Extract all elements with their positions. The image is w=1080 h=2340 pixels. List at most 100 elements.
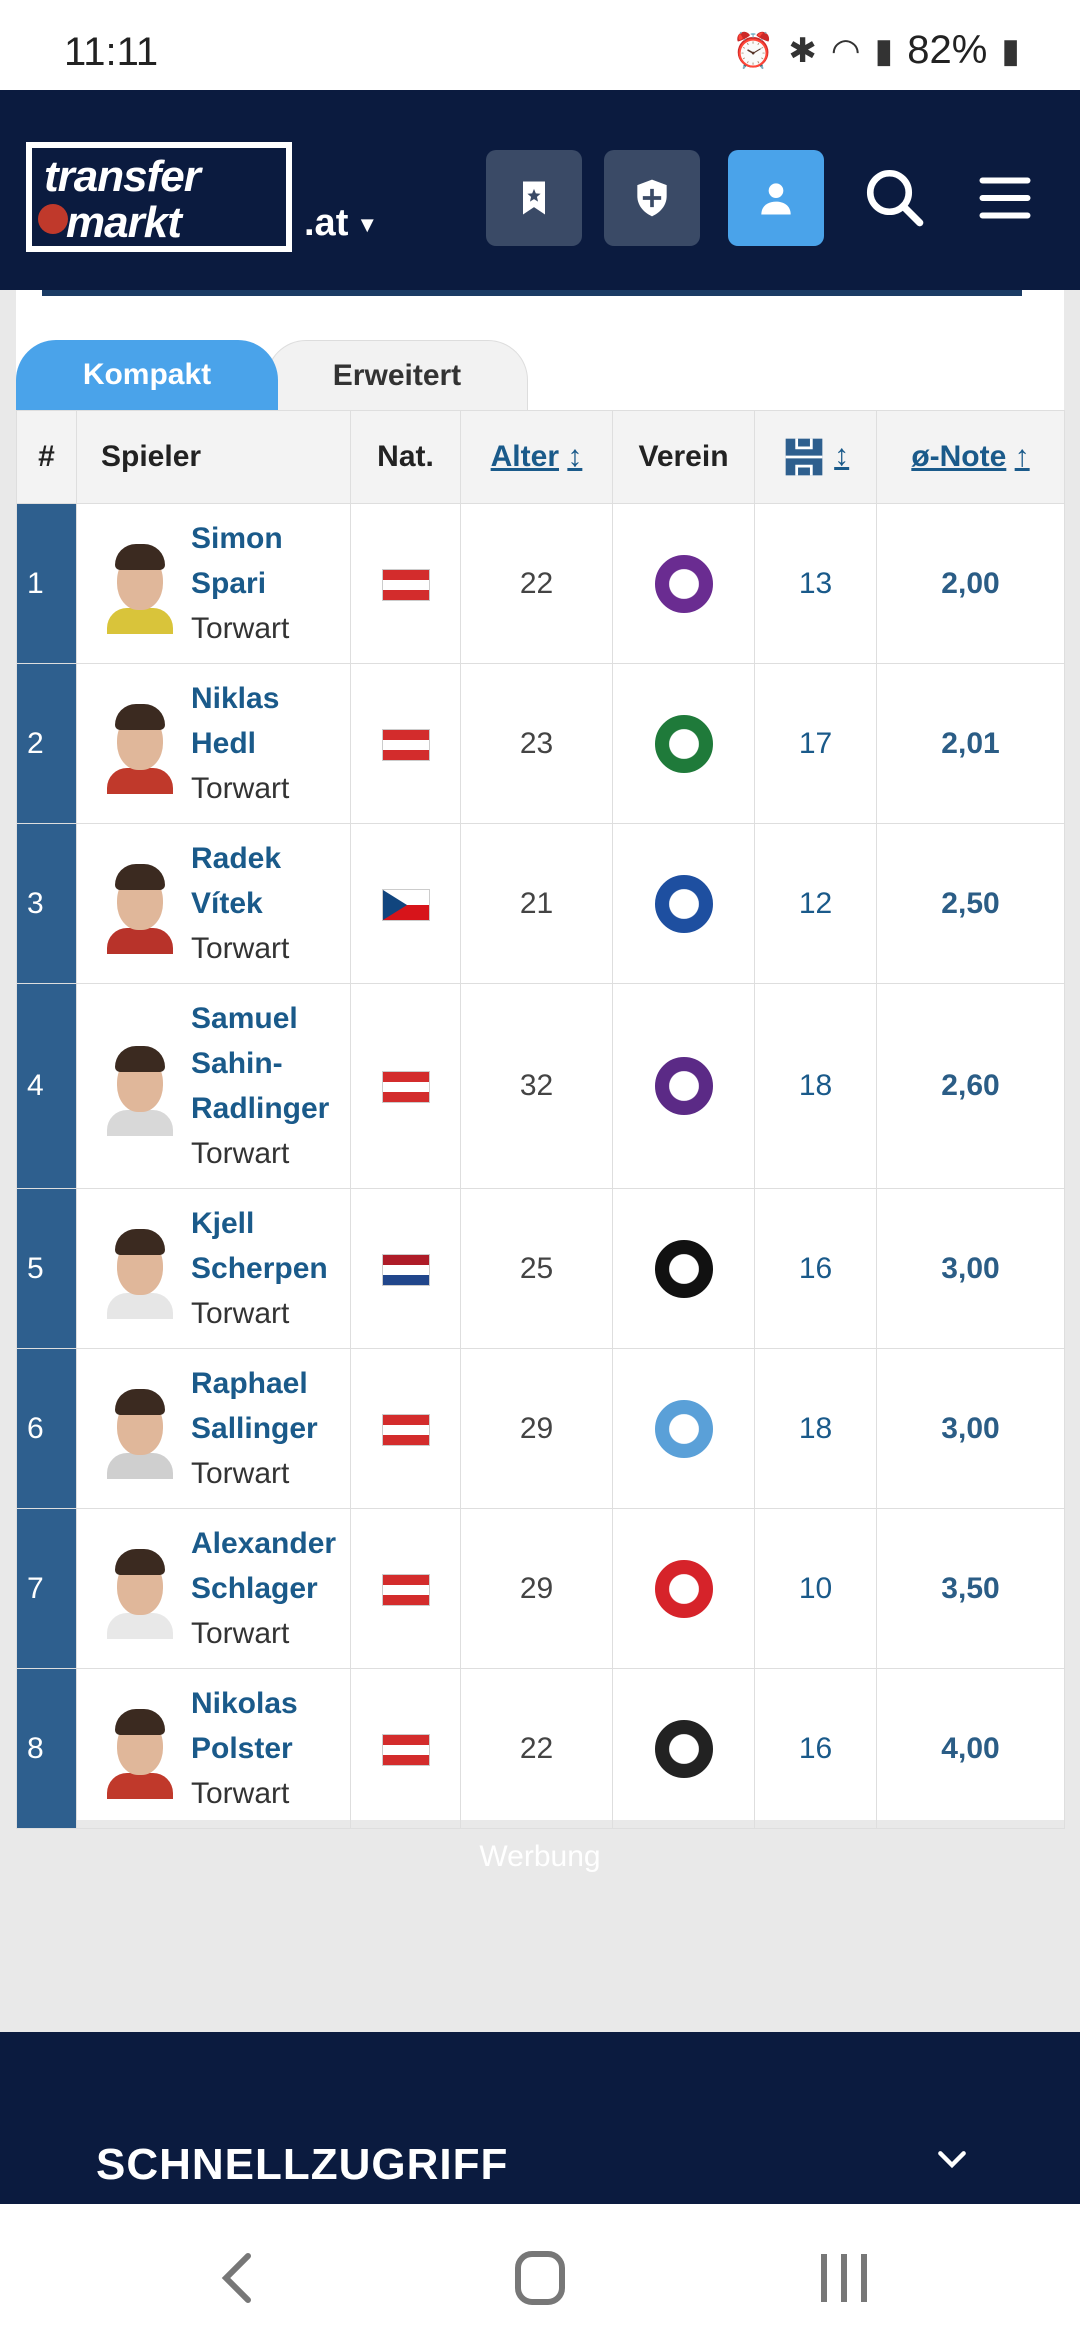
col-rating[interactable]: ø-Note ↑ bbox=[876, 410, 1065, 504]
profile-button[interactable] bbox=[728, 150, 824, 246]
site-header: transfer markt .at ▼ bbox=[0, 90, 1080, 290]
table-row: 6 Raphael Sallinger Torwart 29 18 3,00 bbox=[16, 1348, 1065, 1509]
player-photo[interactable] bbox=[101, 1219, 179, 1319]
table-row: 1 Simon Spari Torwart 22 13 2,00 bbox=[16, 503, 1065, 664]
player-cell: Radek Vítek Torwart bbox=[76, 823, 351, 984]
club-crest-icon[interactable] bbox=[654, 1057, 713, 1115]
col-age[interactable]: Alter ↕ bbox=[460, 410, 613, 504]
club-crest-icon[interactable] bbox=[654, 874, 713, 933]
flag-icon bbox=[381, 1733, 430, 1766]
player-position: Torwart bbox=[191, 1297, 290, 1330]
age-cell: 29 bbox=[460, 1508, 613, 1669]
tab-erweitert[interactable]: Erweitert bbox=[266, 340, 528, 411]
rank-cell: 1 bbox=[16, 503, 77, 664]
appearances-cell[interactable]: 16 bbox=[754, 1668, 877, 1829]
col-nat: Nat. bbox=[350, 410, 461, 504]
watchlist-button[interactable] bbox=[486, 150, 582, 246]
nationality-cell bbox=[350, 503, 461, 664]
age-cell: 25 bbox=[460, 1188, 613, 1349]
flag-icon bbox=[381, 888, 430, 921]
player-position: Torwart bbox=[191, 932, 290, 965]
back-icon[interactable] bbox=[200, 2248, 280, 2308]
table-row: 3 Radek Vítek Torwart 21 12 2,50 bbox=[16, 823, 1065, 984]
chevron-down-icon bbox=[938, 2151, 966, 2169]
sort-rating-link[interactable]: ø-Note bbox=[911, 440, 1006, 473]
battery-icon: ▮ bbox=[1001, 31, 1020, 70]
player-cell: Raphael Sallinger Torwart bbox=[76, 1348, 351, 1509]
player-name-link[interactable]: Alexander Schlager bbox=[191, 1521, 336, 1611]
add-club-button[interactable] bbox=[604, 150, 700, 246]
club-crest-icon[interactable] bbox=[654, 554, 713, 613]
player-photo[interactable] bbox=[101, 1539, 179, 1639]
club-crest-icon[interactable] bbox=[654, 1239, 713, 1298]
col-player: Spieler bbox=[76, 410, 351, 504]
col-appearances[interactable]: ↕ bbox=[754, 410, 877, 504]
appearances-cell[interactable]: 12 bbox=[754, 823, 877, 984]
bluetooth-icon: ✱ bbox=[788, 31, 817, 70]
club-cell bbox=[612, 823, 755, 984]
appearances-cell[interactable]: 17 bbox=[754, 663, 877, 824]
transfermarkt-logo[interactable]: transfer markt bbox=[26, 142, 292, 252]
status-time: 11:11 bbox=[64, 30, 159, 74]
rank-cell: 6 bbox=[16, 1348, 77, 1509]
club-crest-icon[interactable] bbox=[654, 1719, 713, 1778]
sort-icon: ↕ bbox=[834, 438, 850, 472]
nationality-cell bbox=[350, 823, 461, 984]
player-photo[interactable] bbox=[101, 534, 179, 634]
club-crest-icon[interactable] bbox=[654, 1399, 713, 1458]
player-name-link[interactable]: Niklas Hedl bbox=[191, 676, 289, 766]
caret-down-icon: ▼ bbox=[356, 211, 379, 237]
table-row: 8 Nikolas Polster Torwart 22 16 4,00 bbox=[16, 1668, 1065, 1829]
menu-button[interactable] bbox=[970, 160, 1040, 236]
appearances-cell[interactable]: 18 bbox=[754, 983, 877, 1189]
divider bbox=[42, 290, 1022, 296]
rating-cell: 2,60 bbox=[876, 983, 1065, 1189]
club-cell bbox=[612, 663, 755, 824]
quick-access-footer[interactable]: SCHNELLZUGRIFF bbox=[0, 2032, 1080, 2204]
android-nav-bar bbox=[0, 2204, 1080, 2340]
appearances-cell[interactable]: 10 bbox=[754, 1508, 877, 1669]
home-icon[interactable] bbox=[500, 2248, 580, 2308]
table-row: 4 Samuel Sahin-Radlinger Torwart 32 18 2,60 bbox=[16, 983, 1065, 1189]
tab-kompakt[interactable]: Kompakt bbox=[16, 340, 278, 410]
table-row: 2 Niklas Hedl Torwart 23 17 2,01 bbox=[16, 663, 1065, 824]
flag-icon bbox=[381, 1071, 430, 1104]
search-button[interactable] bbox=[860, 160, 930, 236]
wifi-icon: ◠ bbox=[830, 31, 861, 70]
domain-selector[interactable]: .at ▼ bbox=[304, 202, 378, 245]
appearances-cell[interactable]: 16 bbox=[754, 1188, 877, 1349]
player-position: Torwart bbox=[191, 1457, 290, 1490]
club-crest-icon[interactable] bbox=[654, 714, 713, 773]
player-photo[interactable] bbox=[101, 1036, 179, 1136]
sort-age-link[interactable]: Alter bbox=[491, 440, 559, 473]
player-name-link[interactable]: Samuel Sahin-Radlinger bbox=[191, 996, 329, 1131]
recents-icon[interactable] bbox=[804, 2248, 884, 2308]
player-cell: Samuel Sahin-Radlinger Torwart bbox=[76, 983, 351, 1189]
player-name-link[interactable]: Radek Vítek bbox=[191, 836, 289, 926]
rating-cell: 4,00 bbox=[876, 1668, 1065, 1829]
alarm-icon: ⏰ bbox=[731, 31, 775, 70]
rating-cell: 2,00 bbox=[876, 503, 1065, 664]
menu-icon bbox=[979, 177, 1031, 219]
club-cell bbox=[612, 1668, 755, 1829]
user-icon bbox=[761, 183, 791, 215]
player-name-link[interactable]: Kjell Scherpen bbox=[191, 1201, 328, 1291]
flag-icon bbox=[381, 1253, 430, 1286]
player-name-link[interactable]: Simon Spari bbox=[191, 516, 289, 606]
appearances-cell[interactable]: 18 bbox=[754, 1348, 877, 1509]
age-cell: 23 bbox=[460, 663, 613, 824]
player-name-link[interactable]: Raphael Sallinger bbox=[191, 1361, 318, 1451]
player-photo[interactable] bbox=[101, 1699, 179, 1799]
appearances-cell[interactable]: 13 bbox=[754, 503, 877, 664]
player-photo[interactable] bbox=[101, 694, 179, 794]
player-cell: Nikolas Polster Torwart bbox=[76, 1668, 351, 1829]
club-crest-icon[interactable] bbox=[654, 1559, 713, 1618]
nationality-cell bbox=[350, 1188, 461, 1349]
flag-icon bbox=[381, 728, 430, 761]
sort-icon: ↑ bbox=[1014, 440, 1030, 473]
player-name-link[interactable]: Nikolas Polster bbox=[191, 1681, 298, 1771]
player-photo[interactable] bbox=[101, 1379, 179, 1479]
search-icon bbox=[866, 169, 924, 227]
rank-cell: 7 bbox=[16, 1508, 77, 1669]
player-photo[interactable] bbox=[101, 854, 179, 954]
